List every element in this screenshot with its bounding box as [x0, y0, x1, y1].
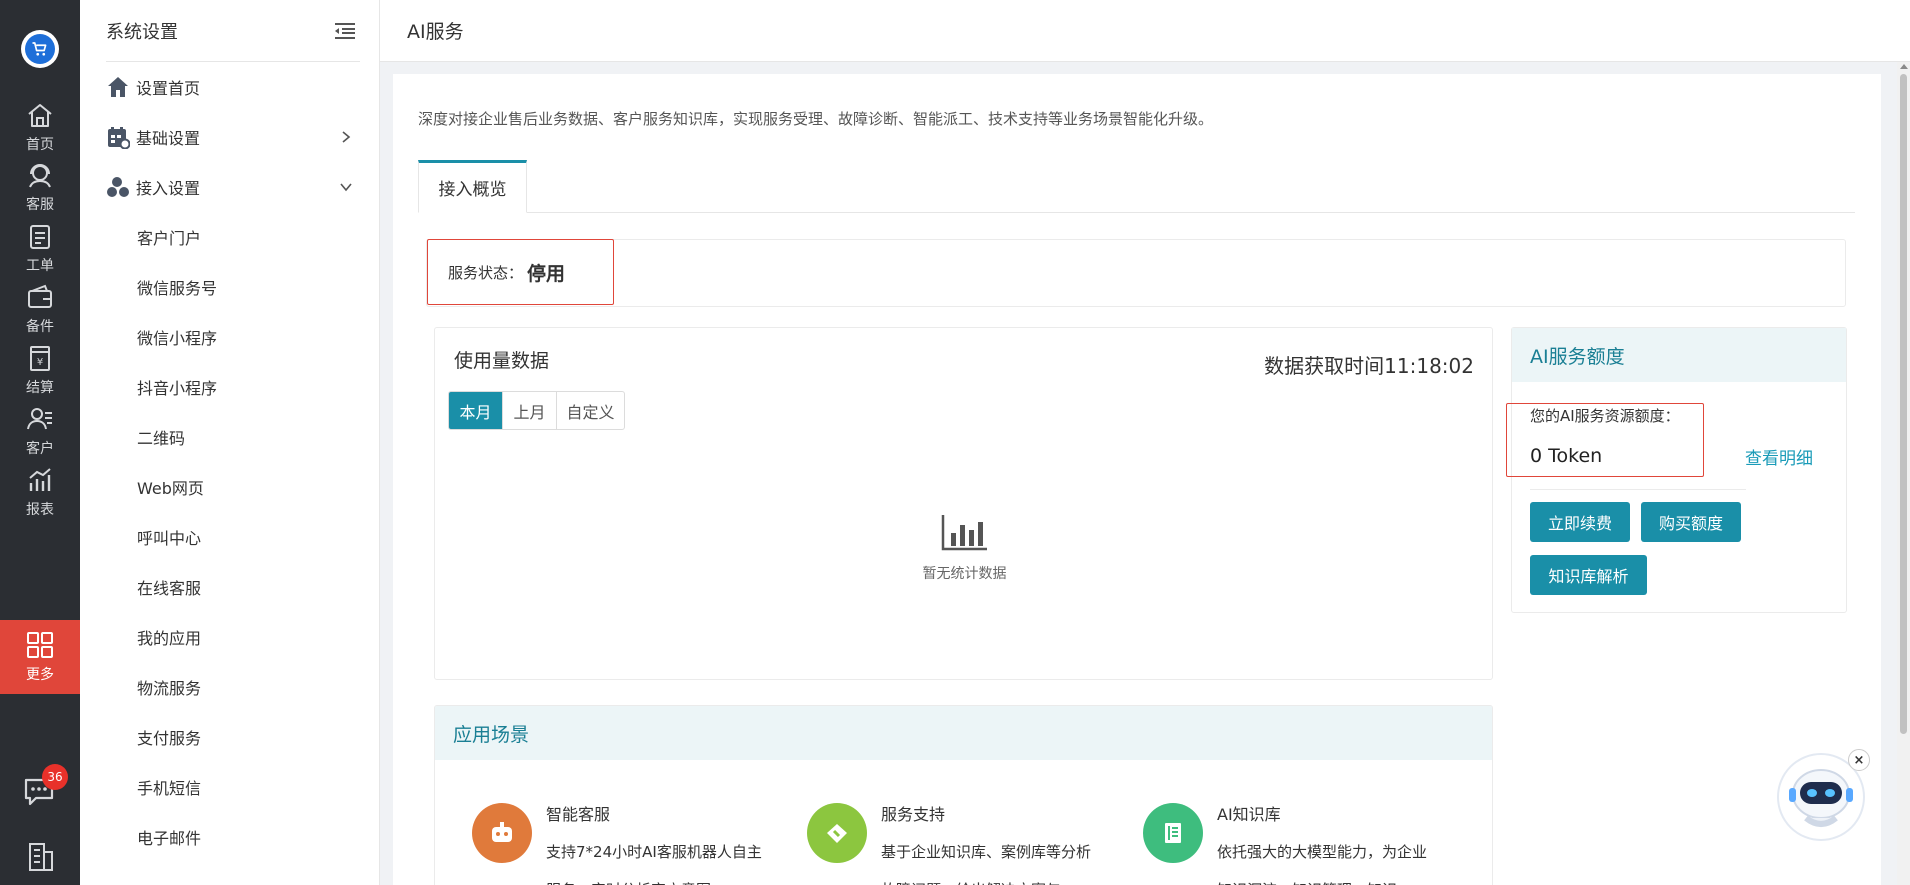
report-icon	[29, 468, 51, 491]
fetch-time: 数据获取时间11:18:02	[1264, 354, 1474, 378]
sidebar-subitem[interactable]: 呼叫中心	[80, 512, 380, 562]
empty-text: 暂无统计数据	[922, 566, 1007, 582]
sidebar-subitem[interactable]: 手机短信	[80, 762, 380, 812]
book-icon	[1143, 803, 1203, 863]
date-range-selector: 本月 上月 自定义	[448, 391, 625, 430]
tab-access-overview[interactable]: 接入概览	[418, 160, 527, 213]
svg-text:¥: ¥	[37, 357, 43, 368]
sidebar-subitem[interactable]: 客户门户	[80, 212, 380, 262]
kb-parse-button[interactable]: 知识库解析	[1530, 555, 1647, 595]
scene-title: 智能客服	[546, 805, 611, 824]
scene-title: AI知识库	[1217, 805, 1281, 824]
page-scrollbar[interactable]	[1897, 62, 1910, 885]
range-last-month-button[interactable]: 上月	[503, 392, 557, 429]
headset-icon	[29, 164, 51, 188]
rail-label: 报表	[26, 502, 54, 518]
collapse-menu-icon[interactable]	[334, 22, 356, 40]
scenes-panel: 应用场景 智能客服 支持7*24小时AI客服机器人自主服务，实时分析客户意图 服…	[434, 705, 1493, 885]
status-panel	[426, 239, 1846, 307]
building-icon[interactable]	[24, 840, 56, 872]
tabs-divider	[418, 212, 1855, 213]
handshake-icon	[807, 803, 867, 863]
sidebar-subitem[interactable]: 电子邮件	[80, 812, 380, 862]
rail-item-more[interactable]: 更多	[0, 620, 80, 694]
buy-quota-button[interactable]: 购买额度	[1641, 502, 1741, 542]
empty-state: 暂无统计数据	[435, 513, 1494, 583]
view-detail-link[interactable]: 查看明细	[1745, 444, 1813, 469]
sidebar-item-label: 设置首页	[136, 79, 201, 98]
sidebar-item-settings-home[interactable]: 设置首页	[80, 62, 380, 112]
range-custom-button[interactable]: 自定义	[557, 392, 624, 429]
scene-desc: 基于企业知识库、案例库等分析故障问题，给出解决方案与	[881, 843, 1092, 885]
sidebar-subitem[interactable]: 物流服务	[80, 662, 380, 712]
sidebar-item-basic-settings[interactable]: 基础设置	[80, 112, 380, 162]
quota-divider	[1530, 489, 1746, 490]
sidebar-item-access-settings[interactable]: 接入设置	[80, 162, 380, 212]
sidebar-item-label: 接入设置	[136, 179, 201, 198]
scene-title: 服务支持	[881, 805, 946, 824]
scrollbar-thumb[interactable]	[1900, 74, 1907, 734]
range-this-month-button[interactable]: 本月	[449, 392, 503, 429]
house-icon	[108, 77, 128, 97]
quota-value: 0 Token	[1530, 445, 1603, 467]
rail-label: 更多	[26, 667, 54, 683]
page-title: AI服务	[407, 21, 464, 43]
sidebar-subitem[interactable]: 微信小程序	[80, 312, 380, 362]
page-description: 深度对接企业售后业务数据、客户服务知识库，实现服务受理、故障诊断、智能派工、技术…	[418, 110, 1214, 128]
bar-chart-icon	[941, 515, 987, 551]
sidebar-subitem[interactable]: 我的应用	[80, 612, 380, 662]
scene-desc: 支持7*24小时AI客服机器人自主服务，实时分析客户意图	[546, 843, 762, 885]
page-header: AI服务	[380, 0, 1910, 62]
rail-item-report[interactable]: 报表	[0, 455, 80, 529]
service-status-label: 服务状态：	[448, 263, 524, 282]
scroll-up-arrow-icon[interactable]	[1900, 64, 1908, 69]
sidebar-subitem[interactable]: Web网页	[80, 462, 380, 512]
app-logo[interactable]	[21, 30, 59, 68]
chat-badge: 36	[42, 764, 68, 790]
calendar-settings-icon	[108, 127, 130, 149]
chevron-right-icon	[342, 131, 351, 143]
sidebar-subitem[interactable]: 抖音小程序	[80, 362, 380, 412]
usage-panel: 使用量数据 数据获取时间11:18:02 本月 上月 自定义 暂无统计数据	[434, 327, 1493, 680]
sidebar-title: 系统设置	[106, 22, 178, 43]
grid-icon	[27, 632, 53, 658]
sidebar-header: 系统设置	[80, 0, 380, 62]
wallet-icon	[28, 284, 52, 308]
connect-icon	[107, 177, 129, 197]
service-status: 服务状态： 停用	[427, 239, 614, 305]
sidebar-subitem[interactable]: 支付服务	[80, 712, 380, 762]
quota-title: AI服务额度	[1512, 328, 1846, 382]
customer-icon	[27, 408, 52, 430]
service-status-value: 停用	[527, 262, 566, 285]
sidebar-subitem[interactable]: 在线客服	[80, 562, 380, 612]
clipboard-icon	[30, 225, 50, 249]
settings-sidebar: 系统设置 设置首页 基础设置 接入设置 客户门户 微信服务号 微信小程序 抖音小…	[80, 0, 380, 885]
close-icon[interactable]: ×	[1848, 749, 1870, 771]
settlement-icon: ¥	[30, 346, 50, 371]
sidebar-subitem[interactable]: 二维码	[80, 412, 380, 462]
left-rail: 首页 客服 工单 备件 ¥ 结算 客户 报表 更多 36	[0, 0, 80, 885]
quota-label: 您的AI服务资源额度：	[1530, 407, 1680, 425]
chevron-down-icon	[340, 183, 352, 192]
sidebar-subitem[interactable]: 微信服务号	[80, 262, 380, 312]
home-icon	[28, 104, 52, 127]
robot-icon	[472, 803, 532, 863]
usage-title: 使用量数据	[454, 350, 550, 372]
sidebar-item-label: 基础设置	[136, 129, 201, 148]
cart-icon	[25, 34, 55, 64]
renew-button[interactable]: 立即续费	[1530, 502, 1630, 542]
quota-panel: AI服务额度 您的AI服务资源额度： 0 Token 查看明细 立即续费 购买额…	[1506, 327, 1847, 613]
scenes-title: 应用场景	[435, 706, 1492, 760]
main-card: 深度对接企业售后业务数据、客户服务知识库，实现服务受理、故障诊断、智能派工、技术…	[393, 74, 1881, 885]
scene-desc: 依托强大的大模型能力，为企业知识沉淀、知识管理、知识	[1217, 843, 1428, 885]
